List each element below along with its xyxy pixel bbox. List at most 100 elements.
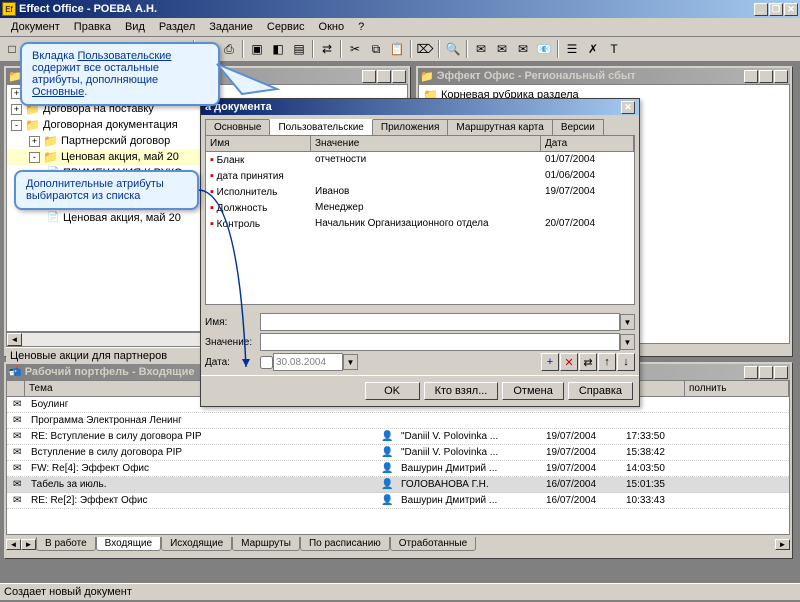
toolbar-button[interactable]: ✉ bbox=[471, 39, 491, 59]
attribute-row[interactable]: ▪ ИсполнительИванов19/07/2004 bbox=[206, 184, 634, 200]
toolbar-button[interactable]: ✂ bbox=[345, 39, 365, 59]
regional-window-title: 📁 Эффект Офис - Региональный сбыт _ □ ✕ bbox=[418, 68, 790, 84]
portfolio-row[interactable]: ✉FW: Re[4]: Эффект Офис👤Вашурин Дмитрий … bbox=[7, 461, 789, 477]
dialog-tab[interactable]: Версии bbox=[552, 119, 604, 135]
toolbar-button[interactable]: ☰ bbox=[562, 39, 582, 59]
value-row: Значение: ▼ bbox=[205, 333, 635, 351]
close-button[interactable]: ✕ bbox=[784, 3, 798, 16]
attr-action-button[interactable]: ↓ bbox=[617, 353, 635, 371]
dialog-button-[interactable]: Отмена bbox=[502, 382, 563, 400]
attr-action-button[interactable]: ⇄ bbox=[579, 353, 597, 371]
attr-action-button[interactable]: ✕ bbox=[560, 353, 578, 371]
toolbar-button[interactable]: ◧ bbox=[268, 39, 288, 59]
dialog-button-[interactable]: Кто взял... bbox=[424, 382, 499, 400]
attribute-row[interactable]: ▪ Бланкотчетности01/07/2004 bbox=[206, 152, 634, 168]
tab-scroll-left[interactable]: ◄ bbox=[6, 539, 21, 550]
minimize-button[interactable]: _ bbox=[754, 3, 768, 16]
properties-dialog: а документа ✕ ОсновныеПользовательскиеПр… bbox=[200, 98, 640, 407]
toolbar-button[interactable]: ⧉ bbox=[366, 39, 386, 59]
dialog-titlebar: а документа ✕ bbox=[201, 99, 639, 115]
portfolio-tab[interactable]: Исходящие bbox=[161, 537, 232, 551]
portfolio-tab[interactable]: В работе bbox=[36, 537, 96, 551]
portfolio-tab[interactable]: Отработанные bbox=[390, 537, 476, 551]
scroll-left-button[interactable]: ◄ bbox=[7, 333, 22, 346]
menubar: ДокументПравкаВидРазделЗаданиеСервисОкно… bbox=[0, 18, 800, 37]
dialog-button-ok[interactable]: OK bbox=[365, 382, 420, 400]
attribute-row[interactable]: ▪ КонтрольНачальник Организационного отд… bbox=[206, 216, 634, 232]
toolbar-button[interactable]: ⎙ bbox=[219, 39, 239, 59]
toolbar-button[interactable]: ▣ bbox=[247, 39, 267, 59]
tooltip-tabs: Вкладка Пользовательские содержит все ос… bbox=[20, 42, 220, 106]
dialog-button-row: OKКто взял...Отмена Справка bbox=[201, 375, 639, 406]
value-dropdown-button[interactable]: ▼ bbox=[620, 334, 635, 350]
name-label: Имя: bbox=[205, 317, 260, 328]
attribute-row[interactable]: ▪ ДолжностьМенеджер bbox=[206, 200, 634, 216]
mdi-close-button[interactable]: ✕ bbox=[774, 366, 788, 379]
mdi-minimize-button[interactable]: _ bbox=[744, 366, 758, 379]
toolbar-button[interactable]: T bbox=[604, 39, 624, 59]
tooltip-attributes: Дополнительные атрибуты выбираются из сп… bbox=[14, 170, 199, 210]
app-icon: Ef bbox=[2, 2, 16, 16]
toolbar-button[interactable]: ▤ bbox=[289, 39, 309, 59]
attribute-row[interactable]: ▪ дата принятия01/06/2004 bbox=[206, 168, 634, 184]
toolbar-button[interactable]: ✗ bbox=[583, 39, 603, 59]
scroll-right-button[interactable]: ► bbox=[775, 539, 790, 550]
dialog-tab[interactable]: Основные bbox=[205, 119, 270, 135]
portfolio-row[interactable]: ✉Табель за июль.👤ГОЛОВАНОВА Г.Н.16/07/20… bbox=[7, 477, 789, 493]
mdi-close-button[interactable]: ✕ bbox=[392, 70, 406, 83]
value-input[interactable] bbox=[260, 333, 620, 351]
menu-?[interactable]: ? bbox=[351, 19, 371, 35]
menu-раздел[interactable]: Раздел bbox=[152, 19, 202, 35]
attribute-list[interactable]: Имя Значение Дата ▪ Бланкотчетности01/07… bbox=[205, 135, 635, 305]
workspace: 📁 ''Эффект Офис'' _ □ ✕ +📁Дистрибутив 2.… bbox=[0, 62, 800, 602]
toolbar-button[interactable]: ✉ bbox=[492, 39, 512, 59]
dialog-tab[interactable]: Приложения bbox=[372, 119, 449, 135]
tooltip-link-user[interactable]: Пользовательские bbox=[77, 50, 171, 62]
menu-задание[interactable]: Задание bbox=[202, 19, 260, 35]
portfolio-tab[interactable]: Входящие bbox=[96, 537, 161, 551]
menu-правка[interactable]: Правка bbox=[67, 19, 118, 35]
menu-документ[interactable]: Документ bbox=[4, 19, 67, 35]
dialog-tab[interactable]: Маршрутная карта bbox=[447, 119, 552, 135]
name-input[interactable] bbox=[260, 313, 620, 331]
statusbar: Создает новый документ bbox=[0, 583, 800, 600]
portfolio-row[interactable]: ✉RE: Вступление в силу договора PIP👤"Dan… bbox=[7, 429, 789, 445]
mdi-maximize-button[interactable]: □ bbox=[377, 70, 391, 83]
tab-scroll-right[interactable]: ► bbox=[21, 539, 36, 550]
toolbar-button[interactable]: ✉ bbox=[513, 39, 533, 59]
date-input[interactable]: 30.08.2004 bbox=[273, 353, 343, 371]
tooltip-link-main[interactable]: Основные bbox=[32, 86, 84, 98]
menu-сервис[interactable]: Сервис bbox=[260, 19, 312, 35]
toolbar-button[interactable]: ⌦ bbox=[415, 39, 435, 59]
date-checkbox[interactable] bbox=[260, 356, 273, 369]
attr-action-button[interactable]: + bbox=[541, 353, 559, 371]
menu-вид[interactable]: Вид bbox=[118, 19, 152, 35]
portfolio-row[interactable]: ✉RE: Re[2]: Эффект Офис👤Вашурин Дмитрий … bbox=[7, 493, 789, 509]
portfolio-row[interactable]: ✉Вступление в силу договора PIP👤"Daniil … bbox=[7, 445, 789, 461]
maximize-button[interactable]: ❐ bbox=[769, 3, 783, 16]
toolbar-button[interactable]: ⇄ bbox=[317, 39, 337, 59]
value-label: Значение: bbox=[205, 337, 260, 348]
toolbar-button[interactable]: 🔍 bbox=[443, 39, 463, 59]
mdi-close-button[interactable]: ✕ bbox=[774, 70, 788, 83]
dialog-tab[interactable]: Пользовательские bbox=[269, 119, 372, 135]
toolbar-button[interactable]: 📧 bbox=[534, 39, 554, 59]
portfolio-row[interactable]: ✉Программа Электронная Ленинг bbox=[7, 413, 789, 429]
dialog-close-button[interactable]: ✕ bbox=[621, 101, 635, 114]
toolbar-button[interactable]: □ bbox=[2, 39, 22, 59]
attr-action-button[interactable]: ↑ bbox=[598, 353, 616, 371]
toolbar-button[interactable]: 📋 bbox=[387, 39, 407, 59]
mdi-maximize-button[interactable]: □ bbox=[759, 70, 773, 83]
mdi-minimize-button[interactable]: _ bbox=[362, 70, 376, 83]
date-label: Дата: bbox=[205, 357, 260, 368]
portfolio-tabstrip: ◄ ► В работеВходящиеИсходящиеМаршрутыПо … bbox=[6, 535, 790, 553]
dialog-button-[interactable]: Справка bbox=[568, 382, 633, 400]
portfolio-tab[interactable]: По расписанию bbox=[300, 537, 390, 551]
portfolio-tab[interactable]: Маршруты bbox=[232, 537, 300, 551]
name-dropdown-button[interactable]: ▼ bbox=[620, 314, 635, 330]
mdi-maximize-button[interactable]: □ bbox=[759, 366, 773, 379]
name-row: Имя: ▼ bbox=[205, 313, 635, 331]
date-dropdown-button[interactable]: ▼ bbox=[343, 354, 358, 370]
menu-окно[interactable]: Окно bbox=[312, 19, 352, 35]
mdi-minimize-button[interactable]: _ bbox=[744, 70, 758, 83]
